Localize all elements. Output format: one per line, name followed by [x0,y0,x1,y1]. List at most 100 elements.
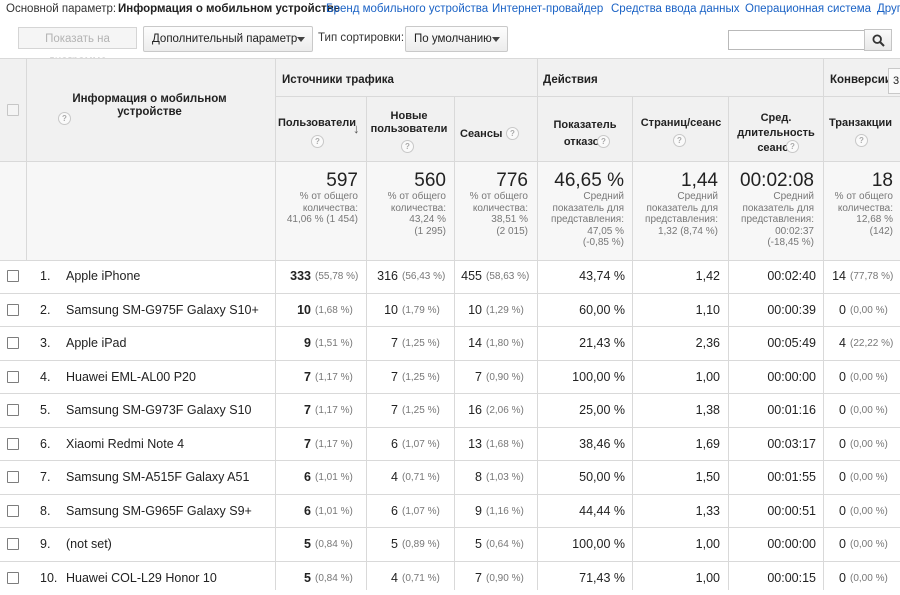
help-icon[interactable]: ? [786,140,799,153]
transactions-value: 0 [839,470,846,484]
bounce-rate-value: 43,74 % [579,269,625,283]
sessions-percent: (58,63 %) [486,271,530,282]
sort-type-value: По умолчанию [414,33,492,45]
device-name-link[interactable]: Apple iPhone [66,269,140,283]
device-name-link[interactable]: Xiaomi Redmi Note 4 [66,437,184,451]
device-name-link[interactable]: Huawei EML-AL00 P20 [66,370,196,384]
new-users-percent: (1,79 %) [402,305,440,316]
row-checkbox[interactable] [7,572,19,584]
sort-descending-icon: ↓ [353,121,360,136]
pages-per-session-value: 1,33 [695,504,720,518]
group-header-actions: Действия [543,74,598,86]
users-percent: (1,01 %) [315,506,353,517]
table-search-input[interactable] [728,30,866,50]
new-users-percent: (1,07 %) [402,439,440,450]
table-row[interactable]: 5. Samsung SM-G973F Galaxy S10 7 (1,17 %… [0,394,900,427]
table-row[interactable]: 3. Apple iPad 9 (1,51 %) 7 (1,25 %) 14 (… [0,327,900,360]
conversion-selector[interactable]: 3 [888,68,900,94]
bounce-rate-value: 100,00 % [572,537,625,551]
dimension-mobile-device-info: Информация о мобильном устройстве [118,3,341,15]
pages-per-session-value: 1,10 [695,303,720,317]
table-row[interactable]: 4. Huawei EML-AL00 P20 7 (1,17 %) 7 (1,2… [0,361,900,394]
help-icon[interactable]: ? [673,134,686,147]
avg-session-duration-value: 00:05:49 [767,336,816,350]
users-value: 7 [304,437,311,451]
device-name-link[interactable]: Samsung SM-A515F Galaxy A51 [66,470,249,484]
new-users-value: 7 [391,370,398,384]
help-icon[interactable]: ? [311,135,324,148]
new-users-value: 316 [377,269,398,283]
sort-type-select[interactable]: По умолчанию [405,26,508,52]
row-checkbox[interactable] [7,337,19,349]
dimension-link-other[interactable]: Другие [877,1,900,17]
row-checkbox[interactable] [7,304,19,316]
dimension-link-mobile-brand[interactable]: Бренд мобильного устройства [326,1,488,17]
column-header-pages-per-session[interactable]: Страниц/сеанс [637,117,725,130]
row-checkbox[interactable] [7,438,19,450]
sessions-percent: (1,29 %) [486,305,524,316]
row-checkbox[interactable] [7,471,19,483]
primary-dimension-bar: Основной параметр: Информация о мобильно… [0,0,900,18]
pages-per-session-value: 1,38 [695,403,720,417]
bounce-rate-value: 38,46 % [579,437,625,451]
column-header-sessions[interactable]: Сеансы [460,128,505,141]
pages-per-session-value: 1,00 [695,370,720,384]
device-name-link[interactable]: Samsung SM-G973F Galaxy S10 [66,403,252,417]
row-number: 2. [40,303,51,317]
plot-rows-button[interactable]: Показать на диаграмме [18,27,137,67]
column-header-transactions[interactable]: Транзакции [829,117,899,130]
help-icon[interactable]: ? [506,127,519,140]
help-icon[interactable]: ? [58,112,71,125]
table-row[interactable]: 6. Xiaomi Redmi Note 4 7 (1,17 %) 6 (1,0… [0,428,900,461]
help-icon[interactable]: ? [401,140,414,153]
bounce-rate-value: 25,00 % [579,403,625,417]
avg-session-duration-value: 00:01:55 [767,470,816,484]
column-header-users[interactable]: Пользователи [278,117,358,130]
dimension-link-input-selector[interactable]: Средства ввода данных [611,1,740,17]
total-transactions: 18 % от общего количества: 12,68 % (142) [834,170,893,237]
users-percent: (1,01 %) [315,472,353,483]
device-name-link[interactable]: (not set) [66,537,112,551]
table-row[interactable]: 10. Huawei COL-L29 Honor 10 5 (0,84 %) 4… [0,562,900,595]
search-button[interactable] [864,29,892,51]
chevron-down-icon [492,37,500,42]
table-row[interactable]: 8. Samsung SM-G965F Galaxy S9+ 6 (1,01 %… [0,495,900,528]
bounce-rate-value: 50,00 % [579,470,625,484]
column-label-avg-session-duration: Сред. длительность сеанса [737,112,815,154]
column-header-bounce-rate[interactable]: Показатель отказов [545,117,625,151]
sessions-percent: (1,68 %) [486,439,524,450]
secondary-dimension-select[interactable]: Дополнительный параметр [143,26,313,52]
dimension-link-os[interactable]: Операционная система [745,1,871,17]
help-icon[interactable]: ? [855,134,868,147]
select-all-checkbox[interactable] [7,104,19,116]
row-checkbox[interactable] [7,505,19,517]
users-percent: (1,51 %) [315,338,353,349]
table-row[interactable]: 9. (not set) 5 (0,84 %) 5 (0,89 %) 5 (0,… [0,528,900,561]
table-row[interactable]: 7. Samsung SM-A515F Galaxy A51 6 (1,01 %… [0,461,900,494]
device-name-link[interactable]: Samsung SM-G965F Galaxy S9+ [66,504,252,518]
row-checkbox[interactable] [7,270,19,282]
dimension-column-header[interactable]: Информация о мобильном устройстве [42,93,257,119]
row-checkbox[interactable] [7,538,19,550]
device-name-link[interactable]: Huawei COL-L29 Honor 10 [66,571,217,585]
total-new-users: 560 % от общего количества: 43,24 % (1 2… [387,170,446,237]
device-name-link[interactable]: Apple iPad [66,336,126,350]
transactions-value: 4 [839,336,846,350]
table-row[interactable]: 2. Samsung SM-G975F Galaxy S10+ 10 (1,68… [0,294,900,327]
column-header-avg-session-duration[interactable]: Сред. длительность сеанса [734,111,818,156]
column-label-sessions: Сеансы [460,128,503,140]
help-icon[interactable]: ? [597,135,610,148]
users-percent: (1,17 %) [315,439,353,450]
column-label-new-users: Новые пользователи [370,110,448,135]
table-row[interactable]: 1. Apple iPhone 333 (55,78 %) 316 (56,43… [0,260,900,293]
transactions-value: 0 [839,437,846,451]
users-value: 5 [304,537,311,551]
column-header-new-users[interactable]: Новые пользователи [369,110,449,136]
row-checkbox[interactable] [7,371,19,383]
column-label-users: Пользователи [278,117,357,129]
total-avg-session-duration: 00:02:08 Средний показатель для представ… [740,170,814,249]
row-number: 5. [40,403,51,417]
device-name-link[interactable]: Samsung SM-G975F Galaxy S10+ [66,303,259,317]
dimension-link-isp[interactable]: Интернет-провайдер [492,1,603,17]
row-checkbox[interactable] [7,404,19,416]
